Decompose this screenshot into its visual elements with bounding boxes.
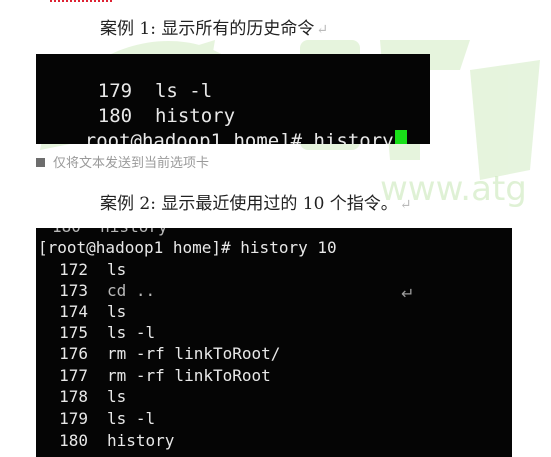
row-command: ls — [107, 260, 127, 279]
row-number: 178 — [59, 387, 88, 406]
square-icon — [36, 158, 45, 167]
terminal-prompt: [root@hadoop1 home]# history 10 — [38, 238, 337, 257]
row-number: 179 — [59, 409, 88, 428]
row-number: 174 — [59, 302, 88, 321]
row-command: rm -rf linkToRoot/ — [107, 344, 281, 363]
row-number: 172 — [59, 260, 88, 279]
cut-off-line: 180 history — [52, 228, 168, 237]
row-number: 173 — [59, 281, 88, 300]
paragraph-mark-icon: ↵ — [399, 197, 412, 213]
case1-caption: 案例 1: 显示所有的历史命令 ↵ — [100, 14, 328, 39]
row-command: ls — [107, 302, 127, 321]
terminal-screenshot-history: 179 ls -l 180 history root@hadoop1 home]… — [36, 54, 430, 144]
copy-hint-text: 仅将文本发送到当前选项卡 — [53, 156, 210, 171]
paragraph-mark-icon: ↵ — [316, 22, 329, 38]
return-arrow-icon: ↵ — [401, 284, 415, 303]
terminal-cursor — [394, 130, 407, 144]
red-dotted-underline — [50, 0, 112, 2]
row-command: rm -rf linkToRoot — [107, 366, 271, 385]
row-command: history — [107, 431, 175, 450]
row-command: cd .. — [107, 281, 156, 300]
case2-caption: 案例 2: 显示最近使用过的 10 个指令。 ↵ — [100, 189, 412, 214]
row-number: 180 — [59, 431, 88, 450]
copy-hint: 仅将文本发送到当前选项卡 — [36, 152, 209, 171]
terminal-screenshot-history-10: 180 history [root@hadoop1 home]# history… — [36, 228, 512, 457]
terminal-prompt: root@hadoop1 home]# history — [39, 108, 407, 144]
row-command: ls -l — [107, 409, 156, 428]
prompt-text: root@hadoop1 home]# history — [84, 130, 394, 144]
row-number: 177 — [59, 366, 88, 385]
row-command: ls — [107, 387, 127, 406]
case2-caption-text: 案例 2: 显示最近使用过的 10 个指令。 — [100, 194, 398, 214]
row-number: 175 — [59, 323, 88, 342]
row-number: 176 — [59, 344, 88, 363]
row-command: ls -l — [107, 323, 156, 342]
case1-caption-text: 案例 1: 显示所有的历史命令 — [100, 19, 315, 39]
